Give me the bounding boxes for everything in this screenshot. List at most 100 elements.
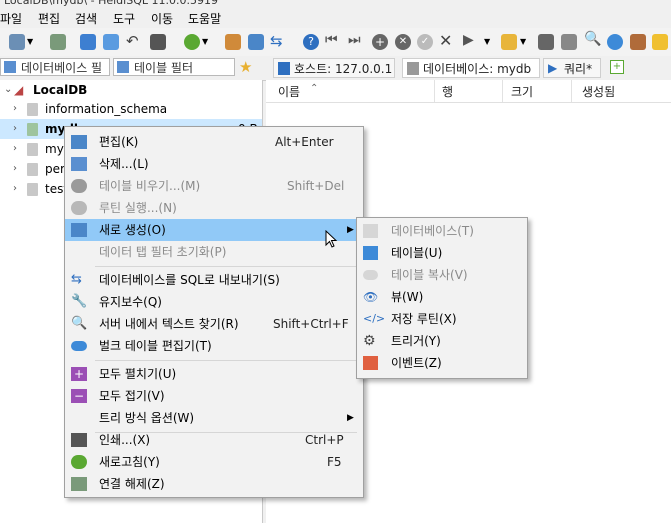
menu-item-label: 모두 접기(V) <box>99 389 165 403</box>
disconnect-icon <box>71 477 87 491</box>
submenu-item-database[interactable]: 데이터베이스(T) <box>357 220 527 242</box>
tree-item-label: my <box>45 142 64 156</box>
submenu-item-copy-table[interactable]: 테이블 복사(V) <box>357 264 527 286</box>
disconnect-icon[interactable] <box>50 34 66 50</box>
tree-item[interactable]: › information_schema <box>0 99 262 119</box>
undo-icon[interactable]: ↶ <box>126 32 142 50</box>
transfer-icon[interactable]: ⇆ <box>270 32 286 50</box>
menu-item-maintenance[interactable]: 🔧 유지보수(Q) <box>65 291 363 313</box>
menu-item-disconnect[interactable]: 연결 해제(Z) <box>65 473 363 495</box>
menu-item-find-text[interactable]: 🔍 서버 내에서 텍스트 찾기(R) Shift+Ctrl+F <box>65 313 363 335</box>
menu-item-tree-options[interactable]: 트리 방식 옵션(W) ▶ <box>65 407 363 429</box>
column-rows[interactable]: 행 <box>442 83 453 100</box>
brush-icon[interactable] <box>630 34 646 50</box>
tab-database-label: 데이터베이스: mydb <box>423 62 532 76</box>
save-icon[interactable] <box>538 34 554 50</box>
last-icon[interactable]: ⏭ <box>348 32 364 48</box>
chevron-right-icon[interactable]: › <box>13 99 17 119</box>
menu-help[interactable]: 도움말 <box>188 10 221 27</box>
menu-item-collapse-all[interactable]: − 모두 접기(V) <box>65 385 363 407</box>
menu-item-create-new[interactable]: 새로 생성(O) ▶ <box>65 219 363 241</box>
submenu-item-stored-routine[interactable]: </> 저장 루틴(X) <box>357 308 527 330</box>
submenu-item-label: 뷰(W) <box>391 290 424 304</box>
chevron-down-icon[interactable]: ⌄ <box>4 80 12 100</box>
submenu-item-view[interactable]: 👁 뷰(W) <box>357 286 527 308</box>
menu-item-export-sql[interactable]: ⇆ 데이터베이스를 SQL로 내보내기(S) <box>65 269 363 291</box>
submenu-item-trigger[interactable]: ⚙ 트리거(Y) <box>357 330 527 352</box>
menu-file[interactable]: 파일 <box>0 10 22 27</box>
help-icon[interactable]: ? <box>303 34 319 50</box>
tree-root[interactable]: ⌄ ◢ LocalDB <box>0 80 262 100</box>
menu-edit[interactable]: 편집 <box>38 10 60 27</box>
collapse-icon: − <box>71 389 87 403</box>
chevron-right-icon[interactable]: › <box>13 179 17 199</box>
open-folder-icon[interactable] <box>501 34 517 50</box>
tab-query[interactable]: ▶ 쿼리* <box>543 58 601 78</box>
database-filter-input[interactable]: 데이터베이스 필터 <box>0 58 110 93</box>
submenu-item-table[interactable]: 테이블(U) <box>357 242 527 264</box>
menu-item-refresh[interactable]: 새로고침(Y) F5 <box>65 451 363 473</box>
copy-icon[interactable] <box>80 34 96 50</box>
star-icon[interactable]: ★ <box>239 58 252 76</box>
print-icon <box>71 433 87 447</box>
chevron-down-icon[interactable]: ▼ <box>484 37 492 53</box>
sort-ascending-icon: ⌃ <box>310 83 319 94</box>
replace-icon[interactable] <box>607 34 623 50</box>
user-manager-icon[interactable] <box>225 34 241 50</box>
table-filter-input[interactable]: 테이블 필터 <box>113 58 235 76</box>
run-icon[interactable]: ▶ <box>463 32 479 48</box>
connect-icon[interactable] <box>9 34 25 50</box>
submenu-item-event[interactable]: 이벤트(Z) <box>357 352 527 374</box>
submenu-item-label: 테이블(U) <box>391 246 443 260</box>
menu-item-print[interactable]: 인쇄...(X) Ctrl+P <box>65 429 363 451</box>
delete-table-icon <box>71 157 87 171</box>
new-query-tab-icon[interactable]: + <box>610 60 624 74</box>
check-icon[interactable]: ✓ <box>417 34 433 50</box>
chevron-right-icon[interactable]: › <box>13 119 17 139</box>
chevron-down-icon[interactable]: ▼ <box>520 37 528 53</box>
table-list-header: 이름 ⌃ 행 크기 생성됨 <box>266 80 671 103</box>
export-icon[interactable] <box>248 34 264 50</box>
menu-item-bulk-edit[interactable]: 벌크 테이블 편집기(T) <box>65 335 363 357</box>
warning-icon[interactable] <box>652 34 668 50</box>
chevron-right-icon[interactable]: › <box>13 139 17 159</box>
add-icon[interactable]: + <box>372 34 388 50</box>
menu-item-run-routine[interactable]: 루틴 실행...(N) <box>65 197 363 219</box>
find-icon[interactable]: 🔍 <box>584 31 601 47</box>
chevron-right-icon[interactable]: › <box>13 159 17 179</box>
filter-icon <box>4 61 16 73</box>
column-name[interactable]: 이름 <box>278 83 300 100</box>
menu-item-shortcut: F5 <box>327 455 342 469</box>
database-icon <box>27 143 38 156</box>
menu-item-reset-filter[interactable]: 데이터 탭 필터 초기화(P) <box>65 241 363 263</box>
tab-host[interactable]: 호스트: 127.0.0.1 <box>273 58 395 78</box>
column-divider[interactable] <box>571 80 572 102</box>
search-icon: 🔍 <box>71 316 88 331</box>
column-divider[interactable] <box>502 80 503 102</box>
chevron-down-icon[interactable]: ▼ <box>27 37 35 53</box>
tab-database[interactable]: 데이터베이스: mydb <box>402 58 540 78</box>
cancel-icon[interactable]: ✕ <box>439 31 455 50</box>
paste-icon[interactable] <box>103 34 119 50</box>
column-created[interactable]: 생성됨 <box>582 83 615 100</box>
menu-item-label: 새로 생성(O) <box>99 223 166 237</box>
chevron-down-icon[interactable]: ▼ <box>202 37 210 53</box>
code-icon: </> <box>363 312 386 325</box>
save-as-icon[interactable] <box>561 34 577 50</box>
menu-go[interactable]: 이동 <box>151 10 173 27</box>
column-divider[interactable] <box>434 80 435 102</box>
print-icon[interactable] <box>150 34 166 50</box>
empty-icon <box>71 179 87 193</box>
gear-icon: ⚙ <box>363 333 376 349</box>
delete-icon[interactable]: ✕ <box>395 34 411 50</box>
menu-item-expand-all[interactable]: + 모두 펼치기(U) <box>65 363 363 385</box>
menu-tools[interactable]: 도구 <box>113 10 135 27</box>
menu-item-empty-table[interactable]: 테이블 비우기...(M) Shift+Del <box>65 175 363 197</box>
menu-search[interactable]: 검색 <box>75 10 97 27</box>
menu-item-delete[interactable]: 삭제...(L) <box>65 153 363 175</box>
menu-item-edit[interactable]: 편집(K) Alt+Enter <box>65 131 363 153</box>
refresh-icon[interactable] <box>184 34 200 50</box>
menu-item-label: 데이터베이스를 SQL로 내보내기(S) <box>99 273 280 287</box>
first-icon[interactable]: ⏮ <box>325 32 341 48</box>
column-size[interactable]: 크기 <box>511 83 533 100</box>
